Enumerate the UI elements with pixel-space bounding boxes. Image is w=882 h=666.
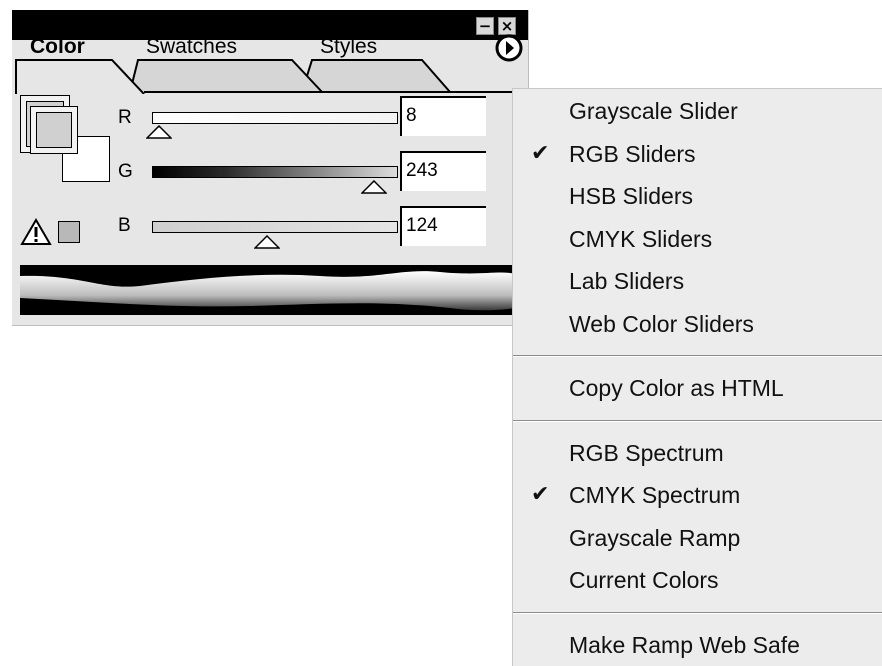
- menu-item-cmyk-sliders[interactable]: CMYK Sliders: [513, 219, 882, 259]
- checkmark-icon: ✔: [531, 482, 550, 507]
- menu-item-rgb-sliders[interactable]: ✔ RGB Sliders: [513, 134, 882, 174]
- minimize-button[interactable]: −: [476, 17, 494, 35]
- panel-title-bar[interactable]: − ×: [12, 10, 528, 40]
- color-ramp-gradient: [20, 271, 516, 315]
- red-value-field[interactable]: 8: [400, 96, 486, 136]
- green-slider-track[interactable]: [152, 166, 398, 178]
- menu-item-label: Copy Color as HTML: [569, 375, 784, 401]
- red-slider-track[interactable]: [152, 112, 398, 124]
- color-ramp[interactable]: [20, 265, 516, 315]
- menu-item-lab-sliders[interactable]: Lab Sliders: [513, 261, 882, 301]
- tab-swatches[interactable]: Swatches: [146, 34, 237, 60]
- warning-triangle-icon[interactable]: [20, 218, 52, 251]
- foreground-color-swatch-front[interactable]: [30, 106, 78, 154]
- menu-item-copy-color-as-html[interactable]: Copy Color as HTML: [513, 368, 882, 408]
- blue-slider-label: B: [118, 215, 131, 236]
- menu-item-cmyk-spectrum[interactable]: ✔ CMYK Spectrum: [513, 475, 882, 515]
- checkmark-icon: ✔: [531, 140, 550, 166]
- gamut-color-swatch[interactable]: [58, 221, 80, 243]
- menu-item-label: HSB Sliders: [569, 183, 693, 209]
- menu-item-web-color-sliders[interactable]: Web Color Sliders: [513, 304, 882, 344]
- tab-strip: [12, 40, 528, 94]
- menu-item-label: Grayscale Slider: [569, 98, 738, 124]
- menu-separator: [513, 355, 882, 357]
- tab-styles[interactable]: Styles: [320, 34, 377, 60]
- menu-item-label: Current Colors: [569, 567, 719, 593]
- menu-item-label: CMYK Sliders: [569, 225, 713, 252]
- right-arrow-circle-icon[interactable]: [494, 33, 524, 63]
- menu-separator: [513, 419, 882, 422]
- menu-item-label: RGB Sliders: [569, 140, 696, 167]
- red-slider-label: R: [118, 107, 132, 128]
- menu-item-label: Grayscale Ramp: [569, 524, 741, 551]
- tab-color[interactable]: Color: [30, 34, 85, 60]
- menu-item-rgb-spectrum[interactable]: RGB Spectrum: [513, 433, 882, 473]
- blue-value-field[interactable]: 124: [400, 206, 486, 246]
- menu-item-grayscale-ramp[interactable]: Grayscale Ramp: [513, 518, 882, 558]
- menu-item-grayscale-slider[interactable]: Grayscale Slider: [513, 91, 882, 131]
- menu-item-current-colors[interactable]: Current Colors: [513, 560, 882, 600]
- green-slider-label: G: [118, 161, 133, 182]
- menu-item-hsb-sliders[interactable]: HSB Sliders: [513, 176, 882, 216]
- color-panel-options-menu: Grayscale Slider ✔ RGB Sliders HSB Sliders C…: [512, 88, 882, 666]
- menu-separator: [513, 611, 882, 614]
- menu-item-label: CMYK Spectrum: [569, 482, 741, 508]
- blue-slider-track[interactable]: [152, 221, 398, 233]
- green-value-field[interactable]: 243: [400, 151, 486, 191]
- menu-item-label: Make Ramp Web Safe: [569, 631, 800, 658]
- menu-item-label: RGB Spectrum: [569, 439, 724, 466]
- menu-item-label: Lab Sliders: [569, 268, 685, 294]
- menu-item-label: Web Color Sliders: [569, 310, 754, 337]
- menu-item-make-ramp-web-safe[interactable]: Make Ramp Web Safe: [513, 625, 882, 665]
